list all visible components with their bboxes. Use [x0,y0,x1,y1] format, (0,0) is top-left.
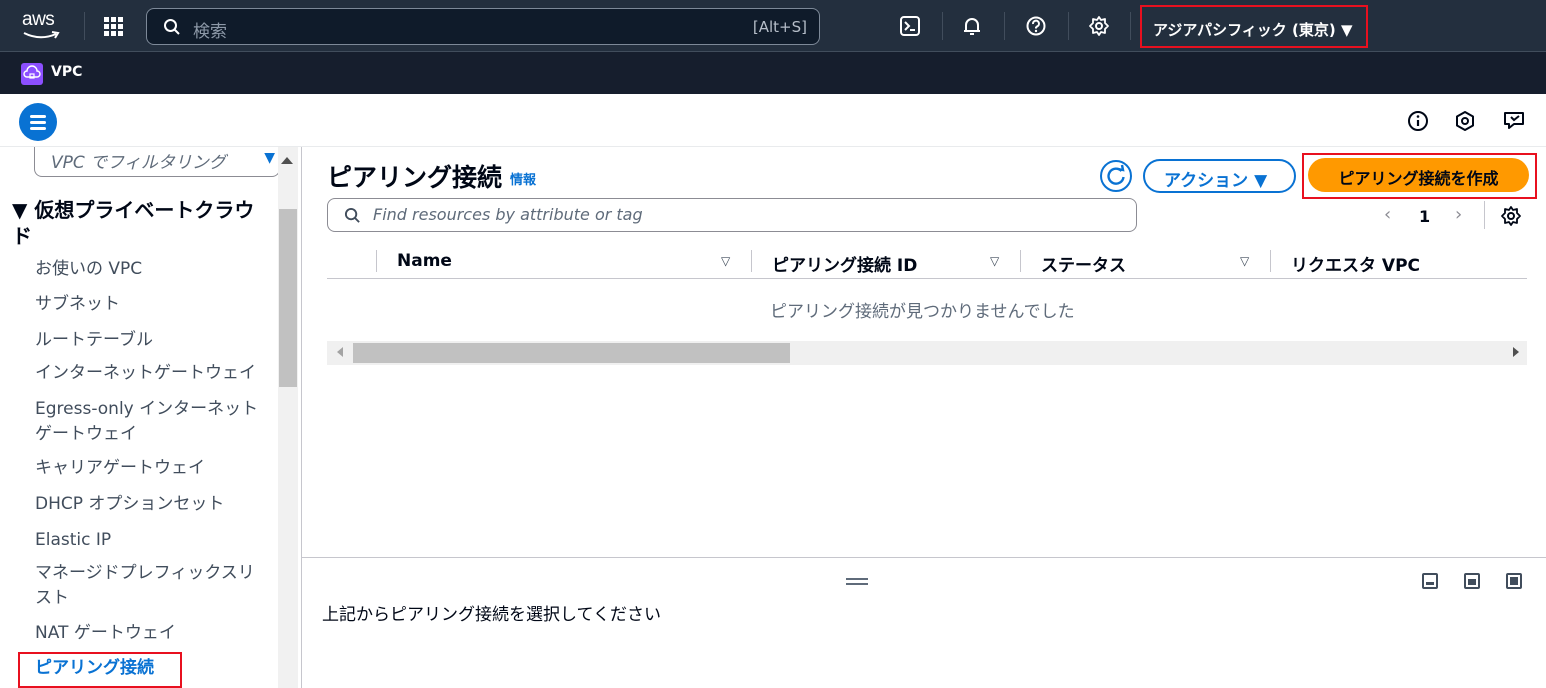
bell-icon[interactable] [961,15,983,37]
scroll-left-arrow[interactable] [337,347,343,357]
column-divider[interactable] [1270,250,1271,272]
nav-item-dhcp-option-sets[interactable]: DHCP オプションセット [35,492,271,517]
search-shortcut: [Alt+S] [752,18,807,36]
feedback-icon[interactable] [1502,109,1526,133]
service-name[interactable]: VPC [51,64,82,80]
horizontal-scroll-thumb[interactable] [353,343,790,363]
column-divider[interactable] [751,250,752,272]
create-peering-connection-button[interactable]: ピアリング接続を作成 [1308,158,1529,192]
table-horizontal-scrollbar[interactable] [327,341,1527,365]
service-bar: VPC [0,52,1546,94]
actions-dropdown-button[interactable]: アクション ▼ [1143,159,1296,193]
page-title: ピアリング接続 [327,163,503,192]
menu-icon[interactable] [19,103,57,141]
column-divider [376,250,377,272]
nav-item-nat-gateways[interactable]: NAT ゲートウェイ [35,621,271,646]
column-header-status[interactable]: ステータス [1041,251,1126,276]
sort-icon[interactable]: ▽ [990,254,999,268]
divider [84,12,85,40]
refresh-icon[interactable] [1099,159,1133,193]
column-header-name[interactable]: Name [397,251,452,271]
nav-item-subnets[interactable]: サブネット [35,292,271,317]
side-navigation: VPC でフィルタリング ▼ ▼ 仮想プライベートクラウド お使いの VPC サ… [0,147,302,688]
nav-item-internet-gateways[interactable]: インターネットゲートウェイ [35,361,271,386]
nav-item-egress-only-gateways[interactable]: Egress-only インターネットゲートウェイ [35,397,267,447]
split-panel: 上記からピアリング接続を選択してください [302,557,1546,688]
panel-middle-icon[interactable] [1464,573,1480,589]
split-panel-message: 上記からピアリング接続を選択してください [322,605,661,625]
resize-handle-icon[interactable] [846,578,868,586]
search-icon [344,207,360,223]
search-placeholder: 検索 [193,22,227,42]
search-icon [164,19,180,35]
global-search-input[interactable]: 検索 [Alt+S] [146,8,820,45]
divider [1004,12,1005,40]
preferences-gear-icon[interactable] [1500,205,1522,227]
table-header-border [327,278,1527,279]
info-icon[interactable] [1406,109,1430,133]
highlight-box [18,652,182,688]
nav-item-carrier-gateways[interactable]: キャリアゲートウェイ [35,456,271,481]
panel-bottom-icon[interactable] [1422,573,1438,589]
vpc-filter-placeholder: VPC でフィルタリング [51,153,226,173]
sort-icon[interactable]: ▽ [721,254,730,268]
panel-full-icon[interactable] [1506,573,1522,589]
column-header-peering-id[interactable]: ピアリング接続 ID [772,251,917,276]
nav-item-elastic-ip[interactable]: Elastic IP [35,528,271,553]
aws-logo[interactable]: aws [22,9,66,43]
cloudshell-icon[interactable] [899,15,921,37]
pagination-next-icon[interactable]: › [1455,204,1462,225]
gear-icon[interactable] [1088,15,1110,37]
vpc-filter-select[interactable]: VPC でフィルタリング ▼ [34,147,280,177]
empty-state-message: ピアリング接続が見つかりませんでした [770,302,1075,322]
nav-item-route-tables[interactable]: ルートテーブル [35,328,271,353]
sort-icon[interactable]: ▽ [1240,254,1249,268]
aws-logo-text: aws [22,9,55,30]
aws-smile-icon [23,31,60,39]
info-link[interactable]: 情報 [510,169,536,188]
divider [1484,201,1485,229]
table-filter-input[interactable]: Find resources by attribute or tag [327,198,1137,232]
nav-section-vpc[interactable]: ▼ 仮想プライベートクラウド [12,197,270,249]
services-grid-icon[interactable] [104,17,124,37]
scroll-right-arrow[interactable] [1513,347,1519,357]
scroll-up-arrow[interactable] [281,157,293,164]
sidebar-scroll-thumb[interactable] [279,209,297,387]
divider [942,12,943,40]
divider [1068,12,1069,40]
nav-item-your-vpcs[interactable]: お使いの VPC [35,257,271,282]
top-navigation: aws 検索 [Alt+S] アジアパシフィック (東京) ▼ [0,0,1546,52]
pagination-current-page[interactable]: 1 [1419,207,1430,226]
pagination-prev-icon[interactable]: ‹ [1384,204,1391,225]
column-header-requester-vpc[interactable]: リクエスタ VPC [1291,251,1420,276]
table-filter-placeholder: Find resources by attribute or tag [373,205,643,224]
divider [1130,12,1131,40]
nav-item-prefix-lists[interactable]: マネージドプレフィックスリスト [35,561,267,611]
caret-down-icon: ▼ [264,150,275,166]
help-icon[interactable] [1025,15,1047,37]
region-selector[interactable]: アジアパシフィック (東京) ▼ [1140,5,1368,48]
column-divider[interactable] [1020,250,1021,272]
vpc-service-icon[interactable] [21,63,43,85]
settings-hexagon-icon[interactable] [1453,109,1477,133]
